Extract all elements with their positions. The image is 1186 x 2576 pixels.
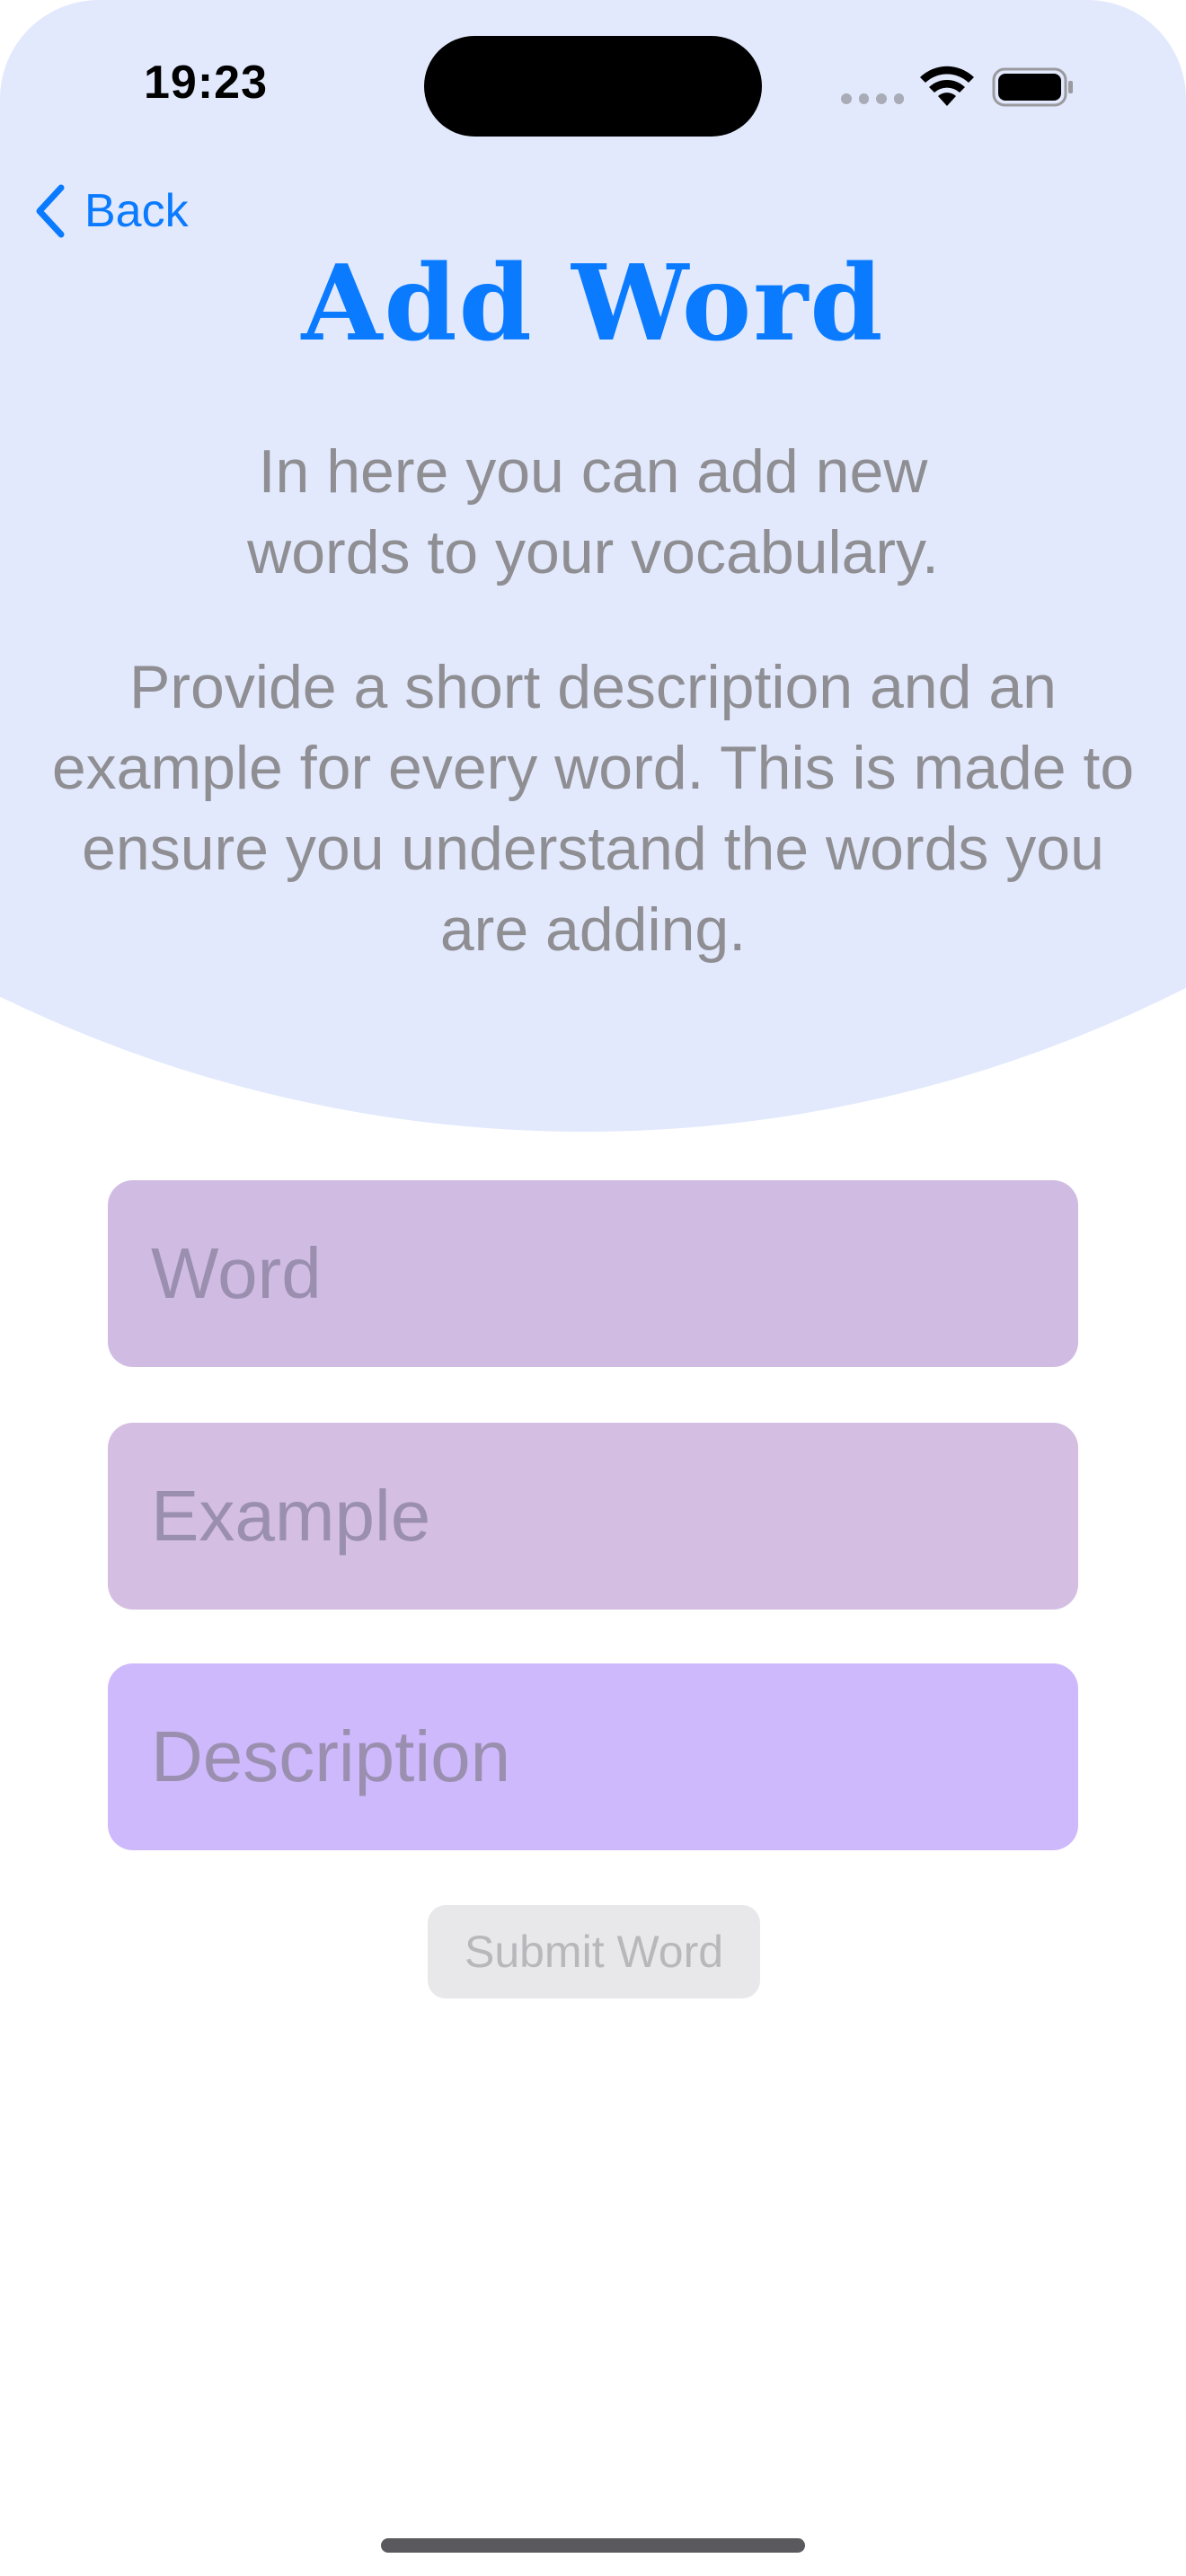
description-input[interactable] xyxy=(108,1663,1078,1850)
back-button[interactable]: Back xyxy=(32,180,189,243)
status-time: 19:23 xyxy=(144,57,268,109)
add-word-screen: 19:23 Back Add Word In here you can add … xyxy=(0,0,1186,2576)
word-input[interactable] xyxy=(108,1180,1078,1367)
battery-full-icon xyxy=(992,67,1073,107)
home-indicator[interactable] xyxy=(381,2538,805,2553)
explanation-text: Provide a short description and an examp… xyxy=(51,653,1135,964)
cellular-dots-icon xyxy=(841,93,904,106)
dynamic-island xyxy=(424,36,762,137)
example-input[interactable] xyxy=(108,1423,1078,1610)
chevron-left-icon xyxy=(36,184,65,238)
wifi-icon xyxy=(920,66,974,106)
submit-word-button[interactable]: Submit Word xyxy=(428,1905,760,1998)
page-title: Add Word xyxy=(301,243,885,365)
intro-text: In here you can add new words to your vo… xyxy=(247,437,939,587)
back-label: Back xyxy=(84,185,189,237)
